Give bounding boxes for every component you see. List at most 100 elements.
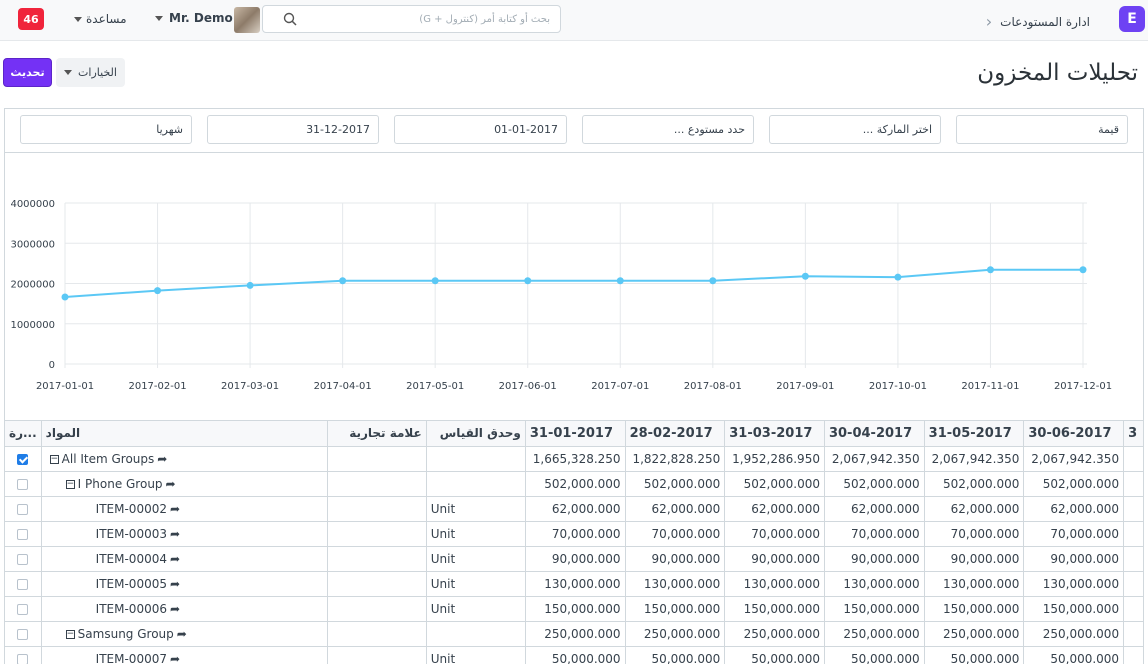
table-row[interactable]: − Samsung Group ➦ 250,000.000 250,000.000 250…: [5, 621, 1144, 647]
value-cell: 502,000.000: [525, 471, 626, 497]
from-date-input[interactable]: 01-01-2017: [394, 115, 567, 144]
brand-filter[interactable]: اختر الماركة ...: [769, 115, 941, 144]
row-checkbox-cell[interactable]: [5, 471, 42, 497]
warehouse-filter[interactable]: حدد مستودع ...: [582, 115, 754, 144]
share-arrow-icon[interactable]: ➦: [166, 477, 176, 491]
value-cell: 2,067,942.350: [924, 446, 1025, 472]
row-checkbox-cell[interactable]: [5, 571, 42, 597]
uom-cell: [426, 621, 526, 647]
to-date-input[interactable]: 31-12-2017: [207, 115, 379, 144]
range-select[interactable]: شهريا: [20, 115, 192, 144]
item-cell[interactable]: − Samsung Group ➦: [41, 621, 329, 647]
brand-column-header[interactable]: علامة تجارية: [327, 421, 427, 447]
collapse-toggle-icon[interactable]: −: [49, 454, 59, 464]
row-checkbox[interactable]: [17, 528, 29, 540]
share-arrow-icon[interactable]: ➦: [170, 577, 180, 591]
table-row[interactable]: ITEM-00007 ➦ Unit 50,000.000 50,000.000 50,00…: [5, 646, 1144, 664]
table-row[interactable]: ITEM-00002 ➦ Unit 62,000.000 62,000.000 62,00…: [5, 496, 1144, 522]
value-cell: 130,000.000: [924, 571, 1025, 597]
month-column-header[interactable]: 30-04-2017: [824, 421, 925, 447]
data-point: [1079, 266, 1087, 274]
value-cell: 502,000.000: [625, 471, 726, 497]
row-checkbox-cell[interactable]: [5, 446, 42, 472]
collapse-toggle-icon[interactable]: −: [65, 479, 75, 489]
brand-cell: [327, 646, 427, 664]
breadcrumb[interactable]: ادارة المستودعات ‹: [986, 12, 1090, 31]
user-menu[interactable]: Mr. Demo: [155, 11, 233, 25]
month-column-header[interactable]: 28-02-2017: [625, 421, 726, 447]
row-checkbox-cell[interactable]: [5, 646, 42, 664]
chevron-down-icon: [64, 70, 73, 75]
value-cell: 1,665,328.250: [525, 446, 626, 472]
row-checkbox[interactable]: [17, 478, 29, 490]
table-row[interactable]: ITEM-00003 ➦ Unit 70,000.000 70,000.000 70,00…: [5, 521, 1144, 547]
row-checkbox-cell[interactable]: [5, 596, 42, 622]
share-arrow-icon[interactable]: ➦: [170, 652, 180, 664]
item-cell[interactable]: ITEM-00006 ➦: [41, 596, 329, 622]
item-cell[interactable]: ITEM-00005 ➦: [41, 571, 329, 597]
share-arrow-icon[interactable]: ➦: [157, 452, 167, 466]
row-checkbox[interactable]: [17, 653, 29, 664]
month-column-header[interactable]: 31-03-2017: [724, 421, 825, 447]
table-row[interactable]: − All Item Groups ➦ 1,665,328.250 1,822,828.…: [5, 446, 1144, 472]
row-checkbox[interactable]: [17, 628, 29, 640]
value-cell: [1123, 571, 1144, 597]
value-type-select[interactable]: قيمة: [956, 115, 1128, 144]
item-cell[interactable]: ITEM-00004 ➦: [41, 546, 329, 572]
share-arrow-icon[interactable]: ➦: [170, 602, 180, 616]
value-cell: 2,067,942.350: [1023, 446, 1125, 472]
avatar[interactable]: [234, 7, 260, 33]
value-cell: [1123, 446, 1144, 472]
value-cell: 70,000.000: [724, 521, 825, 547]
navbar: 46 مساعدة Mr. Demo بحث أو كتابة أمر (كنت…: [0, 0, 1148, 41]
month-column-header[interactable]: 31-01-2017: [525, 421, 626, 447]
search-input[interactable]: بحث أو كتابة أمر (كنترول + G): [262, 5, 561, 33]
uom-cell: Unit: [426, 571, 526, 597]
row-checkbox-cell[interactable]: [5, 546, 42, 572]
month-column-header[interactable]: 3: [1123, 421, 1144, 447]
item-cell[interactable]: ITEM-00003 ➦: [41, 521, 329, 547]
options-button[interactable]: الخيارات: [56, 58, 125, 87]
x-tick-label: 2017-07-01: [591, 381, 649, 392]
help-menu[interactable]: مساعدة: [74, 12, 127, 26]
collapse-toggle-icon[interactable]: −: [65, 629, 75, 639]
item-name: ITEM-00002: [95, 501, 167, 516]
x-tick-label: 2017-08-01: [684, 381, 742, 392]
month-column-header[interactable]: 30-06-2017: [1023, 421, 1125, 447]
table-row[interactable]: ITEM-00004 ➦ Unit 90,000.000 90,000.000 90,00…: [5, 546, 1144, 572]
item-cell[interactable]: ITEM-00002 ➦: [41, 496, 329, 522]
row-checkbox[interactable]: [17, 578, 29, 590]
row-checkbox[interactable]: [17, 603, 29, 615]
share-arrow-icon[interactable]: ➦: [170, 502, 180, 516]
value-cell: 50,000.000: [525, 646, 626, 664]
item-cell[interactable]: ITEM-00007 ➦: [41, 646, 329, 664]
chart-svg: 0 1000000 2000000 3000000 4000000 2017-01-01 2…: [10, 199, 1112, 392]
table-row[interactable]: ITEM-00005 ➦ Unit 130,000.000 130,000.000 130…: [5, 571, 1144, 597]
options-label: الخيارات: [78, 66, 117, 79]
data-point: [801, 272, 809, 280]
value-cell: 1,952,286.950: [724, 446, 825, 472]
share-arrow-icon[interactable]: ➦: [170, 552, 180, 566]
table-row[interactable]: ITEM-00006 ➦ Unit 150,000.000 150,000.000 150…: [5, 596, 1144, 622]
help-label: مساعدة: [86, 12, 127, 26]
table-row[interactable]: − I Phone Group ➦ 502,000.000 502,000.000 502…: [5, 471, 1144, 497]
month-column-header[interactable]: 31-05-2017: [924, 421, 1025, 447]
share-arrow-icon[interactable]: ➦: [170, 527, 180, 541]
brand-cell: [327, 446, 427, 472]
uom-cell: Unit: [426, 496, 526, 522]
item-cell[interactable]: − All Item Groups ➦: [41, 446, 329, 472]
row-checkbox-cell[interactable]: [5, 496, 42, 522]
row-checkbox-cell[interactable]: [5, 521, 42, 547]
item-cell[interactable]: − I Phone Group ➦: [41, 471, 329, 497]
item-column-header[interactable]: المواد: [41, 421, 329, 447]
notification-badge[interactable]: 46: [18, 8, 44, 30]
share-arrow-icon[interactable]: ➦: [177, 627, 187, 641]
app-logo[interactable]: E: [1119, 6, 1145, 32]
row-checkbox-cell[interactable]: [5, 621, 42, 647]
uom-column-header[interactable]: وحدق القياس: [426, 421, 526, 447]
row-checkbox[interactable]: [17, 503, 29, 515]
row-checkbox[interactable]: [17, 453, 29, 465]
row-checkbox[interactable]: [17, 553, 29, 565]
select-column-header[interactable]: ...رة: [5, 421, 42, 447]
refresh-button[interactable]: تحديث: [3, 58, 52, 87]
